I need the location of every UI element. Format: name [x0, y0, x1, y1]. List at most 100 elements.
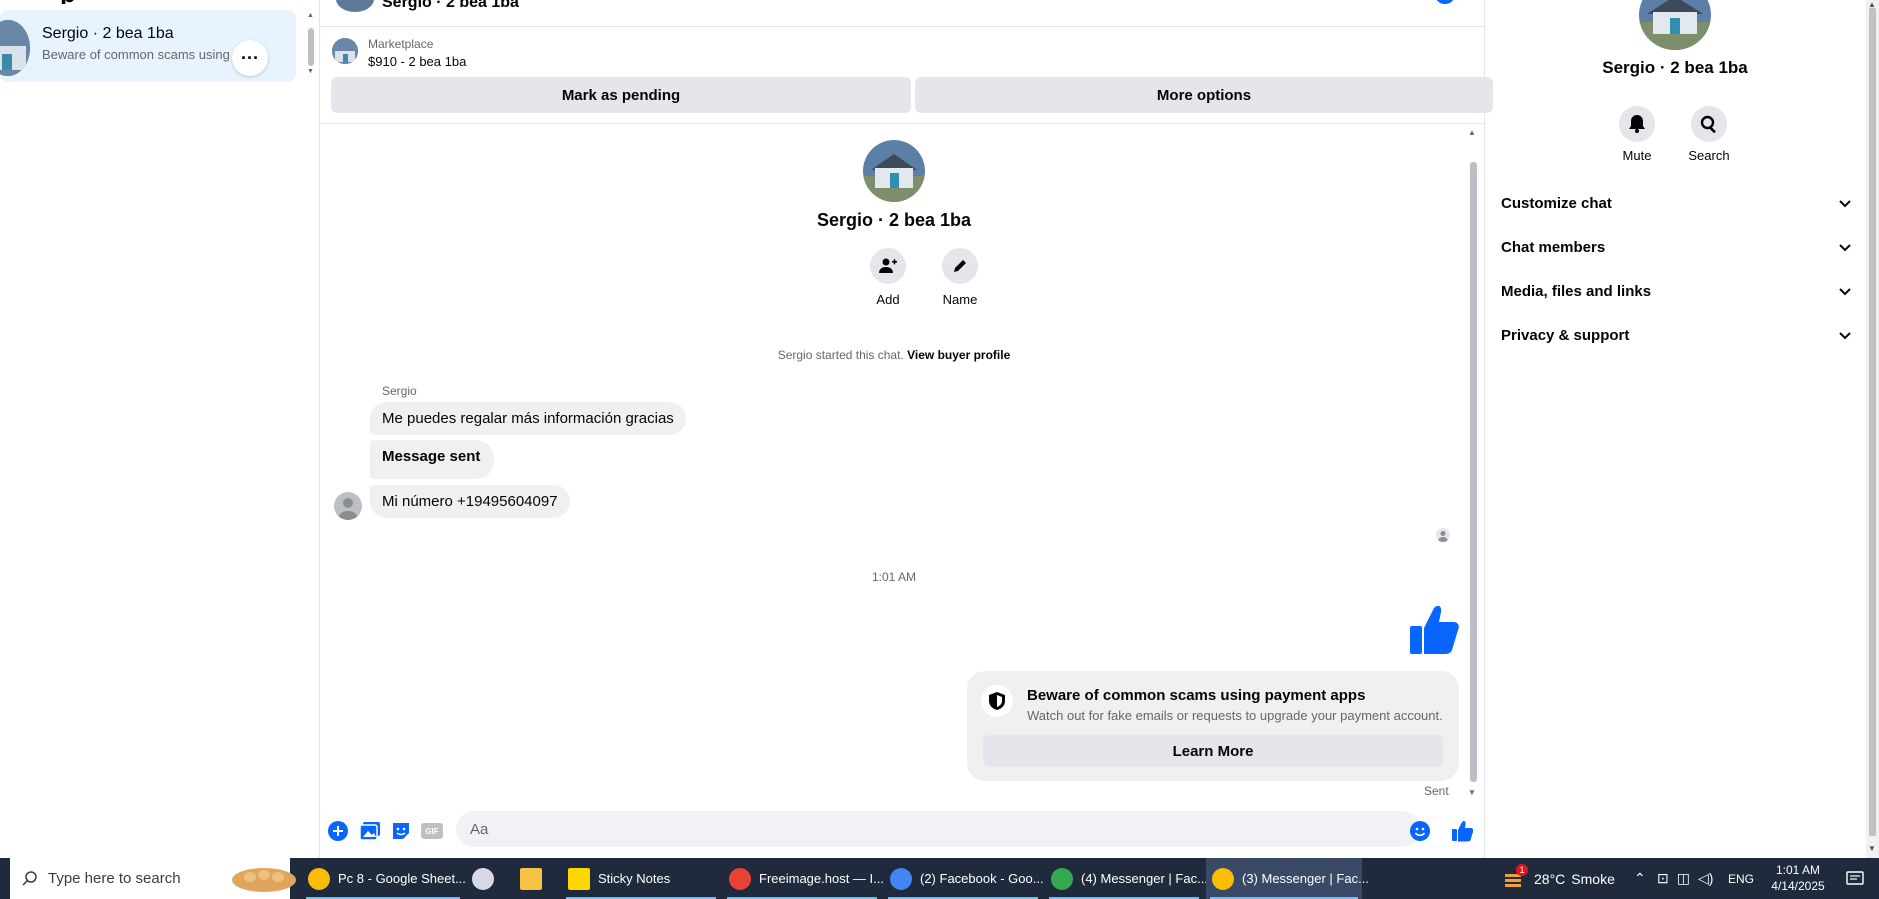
clock-time: 1:01 AM	[1775, 863, 1821, 877]
taskbar-app-label: Freeimage.host — I...	[759, 871, 884, 886]
message-bubble[interactable]: Me puedes regalar más información gracia…	[370, 402, 686, 435]
scrollbar-thumb[interactable]	[1470, 162, 1477, 782]
mark-as-pending-button[interactable]: Mark as pending	[331, 77, 911, 113]
taskbar-app-sticky-notes[interactable]: Sticky Notes	[562, 858, 720, 899]
add-people-action[interactable]: Add	[858, 248, 918, 307]
profile-avatar[interactable]	[863, 140, 925, 202]
scrollbar-thumb[interactable]	[308, 28, 314, 66]
language-indicator[interactable]: ENG	[1728, 858, 1754, 899]
taskbar-clock[interactable]: 1:01 AM 4/14/2025	[1758, 862, 1838, 894]
add-person-icon[interactable]	[870, 248, 906, 284]
chrome-icon	[308, 867, 330, 890]
listing-thumbnail[interactable]	[332, 38, 358, 64]
mute-label: Mute	[1622, 148, 1652, 163]
bell-icon[interactable]	[1619, 106, 1655, 142]
scroll-down-arrow-icon[interactable]: ▼	[1468, 788, 1476, 797]
conversation-list: p Sergio · 2 bea 1ba Beware of common sc…	[0, 0, 320, 858]
message-thread[interactable]: Sergio · 2 bea 1ba Add Name Sergio start…	[320, 124, 1484, 804]
sender-name: Sergio	[382, 384, 417, 398]
chat-header: Sergio · 2 bea 1ba	[320, 0, 1484, 27]
system-tray-icons[interactable]: ⊡ ◫ ◁)	[1657, 858, 1713, 899]
header-title[interactable]: Sergio · 2 bea 1ba	[382, 0, 519, 12]
section-label: Chat members	[1501, 238, 1606, 256]
wifi-icon[interactable]: ◫	[1677, 870, 1690, 887]
conversation-item-sergio[interactable]: Sergio · 2 bea 1ba Beware of common scam…	[0, 10, 296, 82]
sender-avatar[interactable]	[334, 492, 362, 520]
gif-icon[interactable]: GIF	[420, 819, 444, 843]
info-icon[interactable]	[1436, 0, 1454, 4]
chat-scrollbar[interactable]: ▲ ▼	[1468, 128, 1478, 800]
photo-icon[interactable]	[358, 819, 382, 843]
taskbar-app-paint[interactable]	[466, 858, 510, 899]
taskbar-search-box[interactable]: Type here to search	[10, 858, 296, 899]
volume-icon[interactable]: ◁)	[1698, 870, 1713, 887]
chevron-down-icon	[1839, 283, 1851, 300]
message-input[interactable]	[456, 811, 1420, 847]
section-label: Customize chat	[1501, 194, 1612, 212]
details-name: Sergio · 2 bea 1ba	[1602, 58, 1748, 77]
thumbs-up-icon[interactable]	[1450, 819, 1474, 843]
taskbar-app-google-sheets[interactable]: Pc 8 - Google Sheet...	[302, 858, 466, 899]
mute-action[interactable]: Mute	[1607, 106, 1667, 163]
pencil-icon[interactable]	[942, 248, 978, 284]
scroll-up-arrow-icon[interactable]: ▲	[307, 12, 314, 19]
media-files-links-section[interactable]: Media, files and links	[1501, 271, 1851, 311]
weather-widget[interactable]: 1 28°C Smoke	[1504, 858, 1615, 899]
more-options-button[interactable]: More options	[915, 77, 1493, 113]
view-buyer-profile-link[interactable]: View buyer profile	[907, 348, 1010, 362]
clock-date: 4/14/2025	[1771, 879, 1825, 893]
details-avatar[interactable]	[1639, 0, 1711, 50]
plus-icon[interactable]	[326, 819, 350, 843]
sent-status: Sent	[1424, 784, 1449, 798]
windows-taskbar: Type here to search Pc 8 - Google Sheet.…	[0, 858, 1879, 899]
message-timestamp: 1:01 AM	[871, 570, 917, 584]
message-bubble[interactable]: Mi número +19495604097	[370, 485, 570, 518]
scroll-up-arrow-icon[interactable]: ▲	[1468, 128, 1476, 137]
taskbar-app-file-explorer[interactable]	[514, 858, 558, 899]
chat-details-panel: Sergio · 2 bea 1ba Mute Search Customize…	[1484, 0, 1866, 858]
chat-members-section[interactable]: Chat members	[1501, 227, 1851, 267]
gif-label: GIF	[425, 826, 439, 836]
sidebar-scrollbar[interactable]: ▲ ▼	[306, 10, 316, 80]
chrome-icon	[890, 867, 912, 890]
scroll-down-arrow-icon[interactable]: ▼	[307, 68, 314, 75]
taskbar-search-placeholder: Type here to search	[48, 870, 181, 887]
learn-more-button[interactable]: Learn More	[983, 735, 1443, 767]
chat-started-notice: Sergio started this chat. View buyer pro…	[320, 348, 1468, 362]
edit-name-action[interactable]: Name	[930, 248, 990, 307]
network-icon[interactable]: ⊡	[1657, 870, 1669, 887]
message-bubble[interactable]: Message sent	[370, 440, 495, 479]
notification-icon[interactable]	[1846, 858, 1864, 899]
conversation-more-button[interactable]: ···	[232, 40, 268, 76]
emoji-icon[interactable]	[1408, 819, 1432, 843]
add-label: Add	[876, 292, 900, 307]
chevron-up-icon[interactable]: ⌃	[1634, 858, 1646, 899]
chevron-down-icon	[1839, 195, 1851, 212]
listing-title[interactable]: $910 - 2 bea 1ba	[368, 54, 466, 69]
window-scrollbar[interactable]: ▲ ▼	[1866, 0, 1879, 858]
scroll-down-arrow-icon[interactable]: ▼	[1868, 844, 1876, 853]
chevron-down-icon	[1839, 239, 1851, 256]
header-avatar[interactable]	[336, 0, 374, 12]
taskbar-app-messenger-3[interactable]: (3) Messenger | Fac...	[1206, 858, 1369, 899]
thumbs-up-sticker-icon[interactable]	[1408, 602, 1460, 656]
name-label: Name	[942, 292, 978, 307]
scrollbar-thumb[interactable]	[1869, 8, 1876, 836]
weather-temperature: 28°C	[1534, 870, 1566, 887]
bread-illustration-icon	[228, 862, 300, 896]
read-receipt-icon	[1436, 528, 1450, 542]
chat-started-text: Sergio started this chat.	[777, 348, 904, 362]
sticky-notes-icon	[568, 867, 590, 890]
sticker-icon[interactable]	[389, 819, 413, 843]
search-icon	[22, 870, 38, 891]
customize-chat-section[interactable]: Customize chat	[1501, 183, 1851, 223]
taskbar-app-facebook[interactable]: (2) Facebook - Goo...	[884, 858, 1044, 899]
search-label: Search	[1688, 148, 1730, 163]
taskbar-app-messenger-4[interactable]: (4) Messenger | Fac...	[1045, 858, 1208, 899]
search-action[interactable]: Search	[1679, 106, 1739, 163]
profile-name: Sergio · 2 bea 1ba	[816, 210, 972, 230]
search-icon[interactable]	[1691, 106, 1727, 142]
privacy-support-section[interactable]: Privacy & support	[1501, 315, 1851, 355]
message-composer: GIF	[320, 804, 1484, 858]
taskbar-app-freeimage[interactable]: Freeimage.host — I...	[723, 858, 884, 899]
